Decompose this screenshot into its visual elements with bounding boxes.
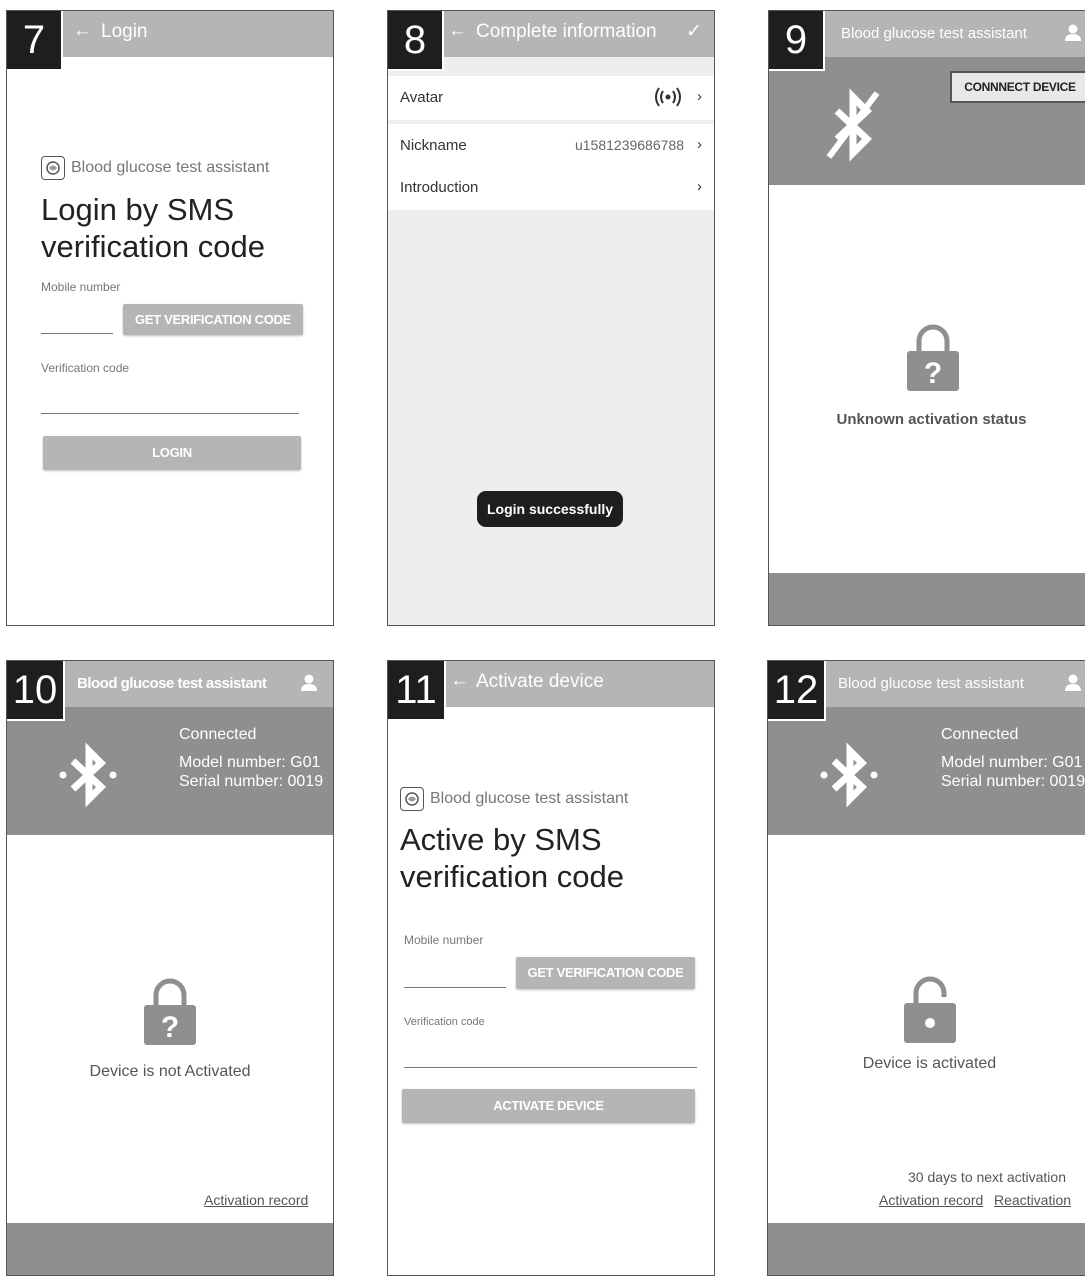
activation-status: Unknown activation status (836, 411, 1027, 428)
user-icon[interactable] (1063, 23, 1083, 43)
app-name: Blood glucose test assistant (71, 159, 270, 176)
step-number-badge: 7 (7, 11, 63, 71)
svg-text:?: ? (161, 1011, 179, 1044)
header-title: Blood glucose test assistant (838, 675, 1024, 692)
screen-7-login: 7 ← Login Blood glucose test assistant L… (6, 10, 334, 626)
activation-status: Device is activated (862, 1055, 997, 1072)
screen-11-activate-device: 11 ← Activate device Blood glucose test … (387, 660, 715, 1276)
verification-code-input[interactable] (41, 413, 299, 414)
bottom-bar (768, 1223, 1085, 1275)
connection-status: Connected (179, 726, 257, 743)
unlocked-icon (904, 976, 956, 1043)
header-title: Blood glucose test assistant (77, 675, 267, 692)
activation-status: Device is not Activated (89, 1063, 251, 1080)
mobile-number-label: Mobile number (404, 933, 484, 947)
bluetooth-disabled-icon (826, 88, 880, 162)
step-number-badge: 9 (769, 11, 825, 71)
bluetooth-icon (59, 742, 117, 808)
verification-code-input[interactable] (404, 1067, 697, 1068)
app-name: Blood glucose test assistant (430, 790, 629, 807)
lock-question-icon: ? (144, 978, 196, 1045)
device-info: Connected Model number: G01 Serial numbe… (179, 725, 323, 791)
mobile-number-label: Mobile number (41, 280, 121, 294)
page-title: Login by SMS verification code (41, 192, 266, 264)
screen-9-unknown-status: 9 Blood glucose test assistant CONNNECT … (768, 10, 1085, 626)
screen-12-activated: 12 Blood glucose test assistant Connecte… (767, 660, 1085, 1276)
verification-code-label: Verification code (404, 1016, 485, 1028)
app-logo-icon (400, 787, 424, 811)
nickname-value: u1581239686788 (574, 137, 684, 153)
user-icon[interactable] (299, 673, 319, 693)
serial-number: Serial number: 0019 (179, 773, 324, 790)
bottom-bar (7, 1223, 333, 1275)
header-title: Login (101, 21, 148, 42)
connection-status: Connected (941, 726, 1019, 743)
step-number-badge: 12 (768, 661, 826, 721)
reactivation-link[interactable]: Reactivation (994, 1192, 1071, 1208)
step-number-badge: 8 (388, 11, 444, 71)
chevron-right-icon: › (697, 178, 702, 195)
activation-record-link[interactable]: Activation record (204, 1192, 308, 1208)
page-title: Active by SMS verification code (400, 822, 625, 894)
app-logo-icon (41, 156, 65, 180)
list-item-avatar[interactable]: Avatar › (388, 76, 714, 120)
verification-code-label: Verification code (41, 361, 130, 375)
header-title: Activate device (476, 671, 604, 692)
connect-device-button[interactable]: CONNNECT DEVICE (950, 71, 1085, 103)
step-number-badge: 11 (388, 661, 446, 721)
list-item-nickname[interactable]: Nickname u1581239686788 › (388, 124, 714, 168)
serial-number: Serial number: 0019 (941, 773, 1085, 790)
svg-text:?: ? (924, 357, 942, 390)
lock-question-icon: ? (907, 324, 959, 391)
mobile-number-input[interactable] (404, 987, 506, 988)
screen-8-complete-information: 8 ← Complete information ✓ Avatar › Nick… (387, 10, 715, 626)
chevron-right-icon: › (697, 88, 702, 105)
get-verification-code-button[interactable]: GET VERIFICATION CODE (123, 304, 303, 335)
chevron-right-icon: › (697, 136, 702, 153)
get-verification-code-button[interactable]: GET VERIFICATION CODE (516, 957, 695, 989)
header-title: Blood glucose test assistant (841, 25, 1027, 42)
bottom-bar (769, 573, 1085, 625)
device-info: Connected Model number: G01 Serial numbe… (941, 725, 1085, 791)
back-arrow-icon[interactable]: ← (73, 20, 92, 42)
model-number: Model number: G01 (179, 754, 321, 771)
activation-record-link[interactable]: Activation record (879, 1192, 983, 1208)
broadcast-icon (654, 86, 682, 112)
toast-message: Login successfully (477, 491, 623, 527)
back-arrow-icon[interactable]: ← (448, 20, 467, 42)
row-label: Introduction (400, 179, 479, 196)
mobile-number-input[interactable] (41, 333, 113, 334)
checkmark-icon[interactable]: ✓ (686, 20, 702, 43)
app-brand: Blood glucose test assistant (400, 787, 628, 811)
next-activation-note: 30 days to next activation (908, 1169, 1066, 1185)
header-title: Complete information (476, 21, 657, 42)
step-number-badge: 10 (7, 661, 65, 721)
back-arrow-icon[interactable]: ← (450, 670, 469, 692)
model-number: Model number: G01 (941, 754, 1083, 771)
user-icon[interactable] (1063, 673, 1083, 693)
list-item-introduction[interactable]: Introduction › (388, 166, 714, 210)
screen-10-not-activated: 10 Blood glucose test assistant Connecte… (6, 660, 334, 1276)
app-brand: Blood glucose test assistant (41, 156, 269, 180)
login-button[interactable]: LOGIN (43, 436, 301, 470)
row-label: Avatar (400, 89, 444, 106)
row-label: Nickname (400, 137, 467, 154)
activate-device-button[interactable]: ACTIVATE DEVICE (402, 1089, 695, 1123)
bluetooth-icon (820, 742, 878, 808)
